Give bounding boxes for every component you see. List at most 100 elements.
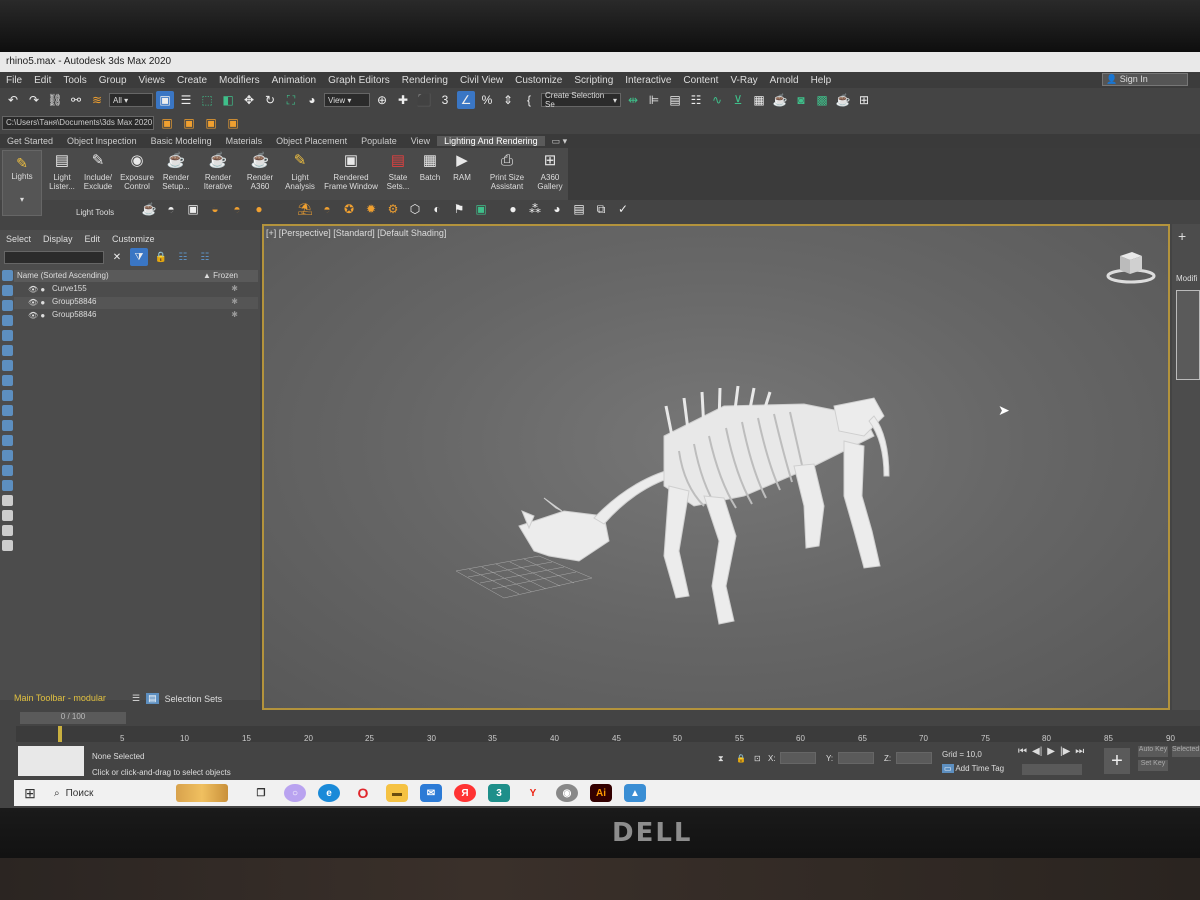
- render-a360-button[interactable]: ☕ Render A360: [240, 152, 280, 191]
- spotlight-icon[interactable]: ⛱: [296, 200, 314, 218]
- menu-group[interactable]: Group: [93, 75, 133, 86]
- rotate-icon[interactable]: ↻: [261, 91, 279, 109]
- tab-lighting-and-rendering[interactable]: Lighting And Rendering: [437, 136, 545, 146]
- list-item[interactable]: 👁 ● Curve155 ✱: [14, 284, 258, 296]
- lock-icon[interactable]: 🔒: [152, 248, 170, 266]
- create-panel-icon[interactable]: +: [1178, 228, 1186, 244]
- sign-in-dropdown[interactable]: 👤 Sign In: [1102, 73, 1188, 86]
- menu-help[interactable]: Help: [805, 75, 838, 86]
- selection-filter-dropdown[interactable]: All ▾: [109, 93, 153, 107]
- tab-basic-modeling[interactable]: Basic Modeling: [144, 136, 219, 146]
- rectangular-selection-icon[interactable]: ⬚: [198, 91, 216, 109]
- menu-tools[interactable]: Tools: [57, 75, 92, 86]
- area-light-icon[interactable]: ◓: [318, 200, 336, 218]
- menu-arnold[interactable]: Arnold: [764, 75, 805, 86]
- viewport-label[interactable]: [+] [Perspective] [Standard] [Default Sh…: [266, 228, 446, 238]
- render-region-icon[interactable]: ▣: [472, 200, 490, 218]
- exposure-control-button[interactable]: ◉ Exposure Control: [117, 152, 157, 191]
- illustrator-icon[interactable]: Ai: [590, 784, 612, 802]
- edit-named-selection-icon[interactable]: {: [520, 91, 538, 109]
- project-settings-icon[interactable]: ▣: [224, 114, 242, 132]
- camera-exposure-icon[interactable]: ⧉: [592, 200, 610, 218]
- yandex-browser-icon[interactable]: Я: [454, 784, 476, 802]
- filter-none-icon[interactable]: [2, 465, 13, 476]
- taskbar-search[interactable]: ⌕ Поиск: [46, 783, 176, 803]
- isolate-selection-icon[interactable]: ⧗: [718, 754, 724, 764]
- grid-icon[interactable]: ⊞: [855, 91, 873, 109]
- eye-icon[interactable]: 👁 ●: [28, 298, 45, 307]
- filter-groups-icon[interactable]: [2, 360, 13, 371]
- menu-interactive[interactable]: Interactive: [619, 75, 677, 86]
- toggle-scene-explorer-icon[interactable]: ▤: [666, 91, 684, 109]
- filter-helpers-icon[interactable]: [2, 330, 13, 341]
- align-icon[interactable]: ⊫: [645, 91, 663, 109]
- filter-cameras-icon[interactable]: [2, 315, 13, 326]
- include-exclude-button[interactable]: ✎ Include/Exclude: [78, 152, 118, 191]
- window-crossing-icon[interactable]: ◧: [219, 91, 237, 109]
- menu-file[interactable]: File: [0, 75, 28, 86]
- timeline-track[interactable]: 5 10 15 20 25 30 35 40 45 50 55 60 65 70…: [16, 726, 1200, 743]
- menu-views[interactable]: Views: [133, 75, 172, 86]
- filter-invert-icon[interactable]: [2, 480, 13, 491]
- filter-frozen-icon[interactable]: [2, 420, 13, 431]
- sky-icon[interactable]: ◓: [162, 200, 180, 218]
- box-icon[interactable]: ⬡: [406, 200, 424, 218]
- scene-menu-display[interactable]: Display: [37, 234, 79, 244]
- menu-graph-editors[interactable]: Graph Editors: [322, 75, 396, 86]
- reference-coordinate-dropdown[interactable]: View ▾: [324, 93, 370, 107]
- perspective-viewport[interactable]: [+] [Perspective] [Standard] [Default Sh…: [262, 224, 1170, 710]
- tab-object-placement[interactable]: Object Placement: [269, 136, 354, 146]
- select-object-icon[interactable]: ▣: [156, 91, 174, 109]
- selection-sets-icon[interactable]: ▤: [146, 693, 159, 704]
- scene-menu-select[interactable]: Select: [0, 234, 37, 244]
- filter-geometry-icon[interactable]: [2, 270, 13, 281]
- angle-snap-icon[interactable]: ∠: [457, 91, 475, 109]
- mirror-icon[interactable]: ⇹: [624, 91, 642, 109]
- palette-icon[interactable]: ◕: [548, 200, 566, 218]
- skylight-icon[interactable]: ⚙: [384, 200, 402, 218]
- move-icon[interactable]: ✥: [240, 91, 258, 109]
- layer-icon[interactable]: ☷: [196, 248, 214, 266]
- daylight-icon[interactable]: ◓: [228, 200, 246, 218]
- auto-key-button[interactable]: Auto Key: [1138, 746, 1168, 757]
- sun-position-icon[interactable]: ◒: [206, 200, 224, 218]
- spinner-snap-icon[interactable]: ⇕: [499, 91, 517, 109]
- redo-icon[interactable]: ↷: [25, 91, 43, 109]
- task-view-icon[interactable]: ❐: [250, 784, 272, 802]
- filter-xrefs-icon[interactable]: [2, 375, 13, 386]
- exposure-meter-icon[interactable]: ▤: [570, 200, 588, 218]
- previous-frame-icon[interactable]: ◀|: [1032, 746, 1042, 757]
- modifier-stack[interactable]: [1176, 290, 1200, 380]
- photometric-icon[interactable]: ⚑: [450, 200, 468, 218]
- menu-animation[interactable]: Animation: [266, 75, 322, 86]
- x-coord-field[interactable]: [780, 752, 816, 764]
- named-selection-dropdown[interactable]: Create Selection Se ▾: [541, 91, 621, 109]
- tab-object-inspection[interactable]: Object Inspection: [60, 136, 144, 146]
- file-explorer-icon[interactable]: ▬: [386, 784, 408, 802]
- cortana-icon[interactable]: ○: [284, 784, 306, 802]
- camera-icon[interactable]: ▣: [184, 200, 202, 218]
- select-by-name-icon[interactable]: ☰: [177, 91, 195, 109]
- set-key-button[interactable]: Set Key: [1138, 760, 1168, 771]
- menu-vray[interactable]: V-Ray: [724, 75, 763, 86]
- render-production-icon[interactable]: ▩: [813, 91, 831, 109]
- filter-icon[interactable]: ⧩: [130, 248, 148, 266]
- create-project-icon[interactable]: ▣: [202, 114, 220, 132]
- z-coord-field[interactable]: [896, 752, 932, 764]
- rhino-skeleton-model[interactable]: [444, 356, 904, 656]
- filter-lights-icon[interactable]: [2, 300, 13, 311]
- menu-rendering[interactable]: Rendering: [396, 75, 454, 86]
- sphere-light-icon[interactable]: ●: [250, 200, 268, 218]
- ram-player-button[interactable]: ▶ RAM: [442, 152, 482, 182]
- hierarchy-icon[interactable]: ☷: [174, 248, 192, 266]
- a360-gallery-button[interactable]: ⊞ A360 Gallery: [530, 152, 570, 191]
- omni-light-icon[interactable]: ✪: [340, 200, 358, 218]
- close-icon[interactable]: ✕: [108, 248, 126, 266]
- modifier-list-label[interactable]: Modifi: [1176, 274, 1197, 283]
- sun-icon[interactable]: ✹: [362, 200, 380, 218]
- schematic-view-icon[interactable]: ⊻: [729, 91, 747, 109]
- menu-edit[interactable]: Edit: [28, 75, 57, 86]
- filter-all-icon[interactable]: [2, 450, 13, 461]
- tab-populate[interactable]: Populate: [354, 136, 404, 146]
- render-teapot-icon[interactable]: ☕: [834, 91, 852, 109]
